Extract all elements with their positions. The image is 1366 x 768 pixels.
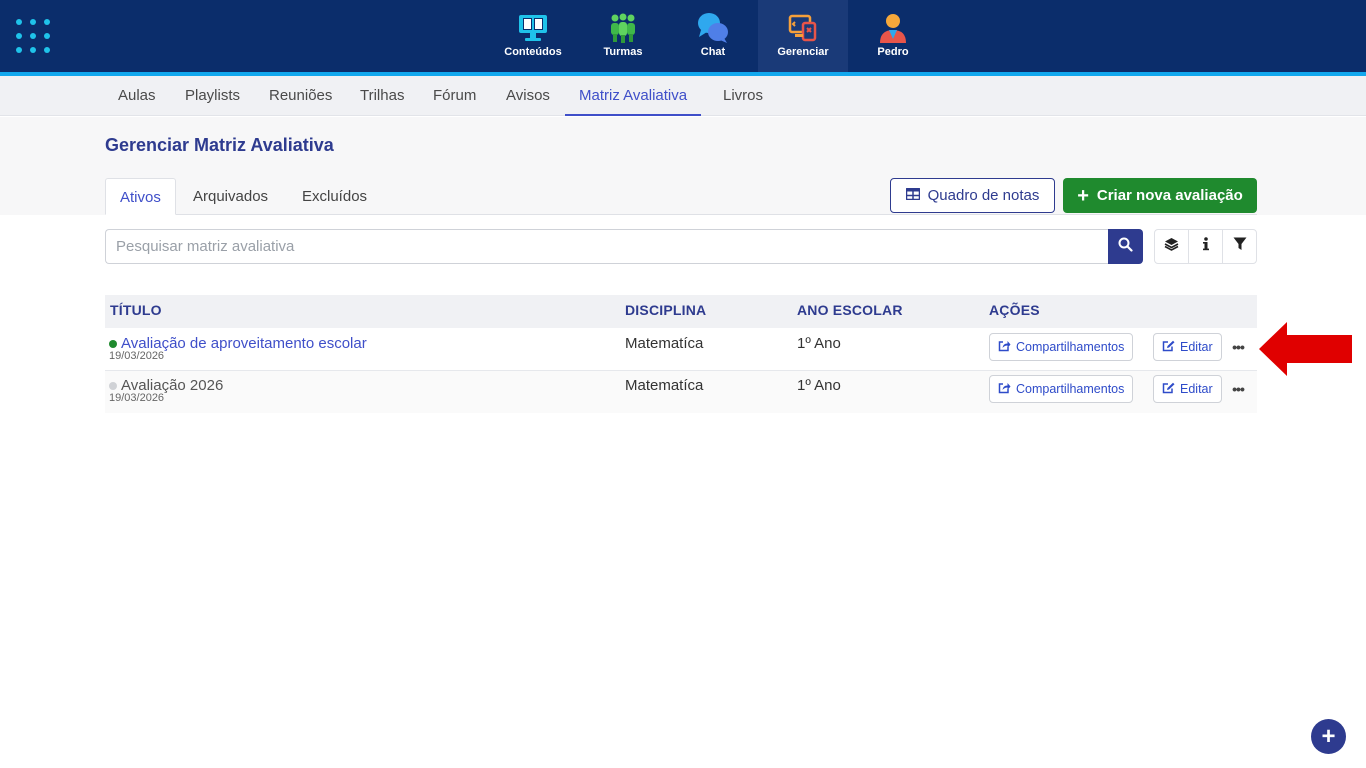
nav-label: Conteúdos: [504, 46, 562, 58]
manage-devices-icon: [785, 12, 821, 44]
nav-label: Chat: [700, 46, 726, 58]
table-row: Avaliação de aproveitamento escolar 19/0…: [105, 328, 1257, 370]
subnav-playlists[interactable]: Playlists: [185, 76, 240, 116]
quadro-label: Quadro de notas: [927, 187, 1040, 204]
monitor-book-icon: [515, 12, 551, 44]
nav-label: Turmas: [603, 46, 643, 58]
people-group-icon: [605, 12, 641, 44]
criar-label: Criar nova avaliação: [1096, 187, 1243, 204]
filter-icon: [1233, 237, 1247, 256]
nav-chat[interactable]: Chat: [668, 0, 758, 72]
editar-button[interactable]: Editar: [1153, 375, 1222, 403]
layers-button[interactable]: [1155, 230, 1189, 263]
subnav-aulas[interactable]: Aulas: [118, 76, 156, 116]
search-icon: [1118, 237, 1133, 257]
row-ano: 1º Ano: [797, 335, 841, 352]
nav-gerenciar[interactable]: Gerenciar: [758, 0, 848, 72]
top-bar: Conteúdos Turmas Chat Gerenciar Pedro: [0, 0, 1366, 72]
more-options-icon[interactable]: •••: [1230, 381, 1246, 397]
quadro-de-notas-button[interactable]: Quadro de notas: [890, 178, 1055, 213]
nav-label: Gerenciar: [777, 46, 829, 58]
nav-turmas[interactable]: Turmas: [578, 0, 668, 72]
criar-nova-avaliacao-button[interactable]: + Criar nova avaliação: [1063, 178, 1257, 213]
user-avatar-icon: [875, 12, 911, 44]
info-icon: [1202, 237, 1210, 256]
status-inactive-dot: [109, 382, 117, 390]
apps-grid-icon[interactable]: [16, 19, 50, 53]
plus-icon: +: [1321, 722, 1336, 750]
compartilhamentos-button[interactable]: Compartilhamentos: [989, 333, 1134, 361]
share-label: Compartilhamentos: [1016, 340, 1125, 354]
table-header: TÍTULO DISCIPLINA ANO ESCOLAR AÇÕES: [105, 295, 1257, 328]
subnav-trilhas[interactable]: Trilhas: [360, 76, 404, 116]
subnav-matriz-avaliativa[interactable]: Matriz Avaliativa: [565, 76, 702, 116]
chat-bubbles-icon: [695, 12, 731, 44]
row-date: 19/03/2026: [109, 350, 165, 362]
column-header-ano-escolar[interactable]: ANO ESCOLAR: [797, 295, 903, 328]
table-grid-icon: [905, 187, 920, 204]
nav-user-pedro[interactable]: Pedro: [848, 0, 938, 72]
tab-excluidos[interactable]: Excluídos: [288, 178, 381, 215]
compartilhamentos-button[interactable]: Compartilhamentos: [989, 375, 1134, 403]
nav-label: Pedro: [877, 46, 909, 58]
tab-arquivados[interactable]: Arquivados: [179, 178, 282, 215]
status-active-dot: [109, 340, 117, 348]
editar-button[interactable]: Editar: [1153, 333, 1222, 361]
table-row: Avaliação 2026 19/03/2026 Matematíca 1º …: [105, 371, 1257, 413]
subnav-reunioes[interactable]: Reuniões: [269, 76, 332, 116]
secondary-nav: Aulas Playlists Reuniões Trilhas Fórum A…: [0, 76, 1366, 116]
floating-add-button[interactable]: +: [1311, 719, 1346, 754]
filter-button[interactable]: [1223, 230, 1256, 263]
plus-icon: +: [1077, 184, 1089, 207]
column-header-disciplina[interactable]: DISCIPLINA: [625, 295, 706, 328]
share-icon: [998, 382, 1011, 397]
edit-icon: [1162, 382, 1175, 397]
row-date: 19/03/2026: [109, 392, 165, 404]
row-disciplina: Matematíca: [625, 377, 704, 394]
nav-conteudos[interactable]: Conteúdos: [488, 0, 578, 72]
edit-label: Editar: [1180, 382, 1213, 396]
row-disciplina: Matematíca: [625, 335, 704, 352]
subnav-forum[interactable]: Fórum: [433, 76, 476, 116]
share-icon: [998, 340, 1011, 355]
edit-label: Editar: [1180, 340, 1213, 354]
row-ano: 1º Ano: [797, 377, 841, 394]
tab-ativos[interactable]: Ativos: [105, 178, 176, 215]
column-header-titulo[interactable]: TÍTULO: [110, 295, 162, 328]
column-header-acoes: AÇÕES: [989, 302, 1040, 318]
layers-icon: [1164, 237, 1179, 256]
search-input[interactable]: [105, 229, 1109, 264]
info-button[interactable]: [1189, 230, 1223, 263]
share-label: Compartilhamentos: [1016, 382, 1125, 396]
subnav-livros[interactable]: Livros: [723, 76, 763, 116]
page-title: Gerenciar Matriz Avaliativa: [105, 135, 334, 155]
view-tools: [1154, 229, 1257, 264]
more-options-icon[interactable]: •••: [1230, 339, 1246, 355]
red-arrow-annotation: [1259, 322, 1352, 376]
main-nav: Conteúdos Turmas Chat Gerenciar Pedro: [488, 0, 938, 72]
subnav-avisos[interactable]: Avisos: [506, 76, 550, 116]
edit-icon: [1162, 340, 1175, 355]
search-button[interactable]: [1108, 229, 1143, 264]
